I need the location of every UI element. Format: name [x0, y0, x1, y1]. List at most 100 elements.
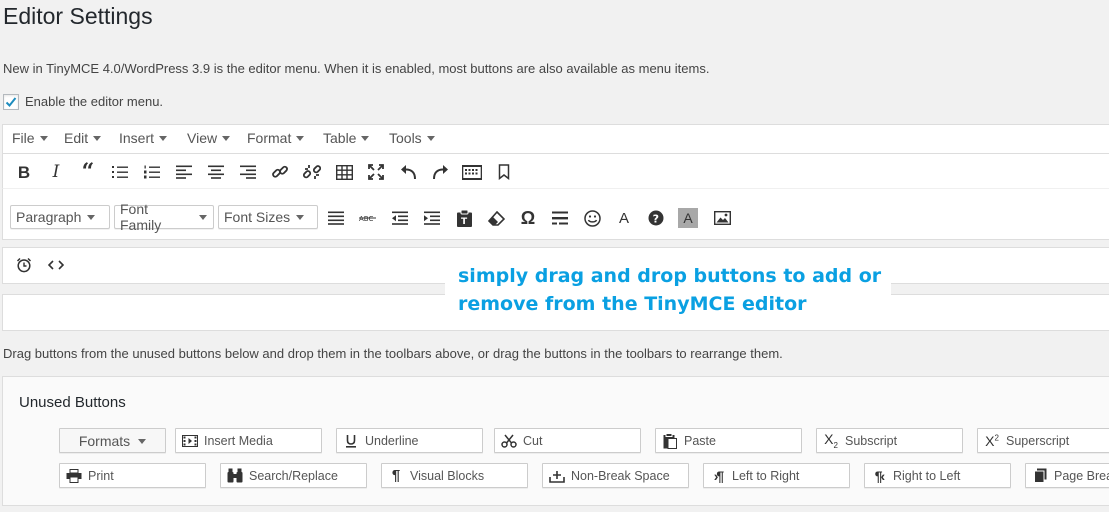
menu-table[interactable]: Table	[323, 130, 370, 146]
menu-file-label: File	[12, 130, 35, 146]
italic-icon[interactable]: I	[44, 160, 68, 184]
subscript-label: Subscript	[845, 433, 898, 448]
text-color-icon[interactable]: A	[612, 206, 636, 230]
svg-text:ABC: ABC	[359, 215, 373, 223]
non-break-space-button[interactable]: Non-Break Space	[542, 463, 689, 488]
paste-button[interactable]: Paste	[655, 428, 802, 453]
font-sizes-dropdown[interactable]: Font Sizes	[218, 205, 318, 229]
bold-icon[interactable]: B	[12, 160, 36, 184]
outdent-icon[interactable]	[388, 206, 412, 230]
enable-menu-checkbox[interactable]	[3, 94, 19, 110]
kitchen-sink-icon[interactable]	[460, 160, 484, 184]
ltr-icon: ›¶	[713, 467, 725, 484]
numbered-list-icon[interactable]	[140, 160, 164, 184]
paste-label: Paste	[684, 433, 716, 448]
clear-formatting-icon[interactable]	[484, 206, 508, 230]
film-icon	[182, 433, 198, 449]
clipboard-icon	[662, 432, 678, 449]
visual-blocks-button[interactable]: ¶ Visual Blocks	[381, 463, 528, 488]
callout-line-1: simply drag and drop buttons to add or	[458, 265, 882, 287]
fullscreen-icon[interactable]	[364, 160, 388, 184]
page-title: Editor Settings	[3, 3, 153, 29]
left-to-right-button[interactable]: ›¶ Left to Right	[703, 463, 850, 488]
menu-insert[interactable]: Insert	[119, 130, 168, 146]
search-replace-label: Search/Replace	[249, 468, 338, 483]
font-family-dropdown[interactable]: Font Family	[114, 201, 214, 233]
chevron-down-icon	[222, 136, 231, 141]
cut-button[interactable]: Cut	[494, 428, 641, 453]
chevron-down-icon	[199, 215, 207, 220]
table-icon[interactable]	[332, 160, 356, 184]
menu-file[interactable]: File	[12, 130, 48, 146]
image-icon[interactable]	[710, 206, 734, 230]
bullet-list-icon[interactable]	[108, 160, 132, 184]
menu-tools[interactable]: Tools	[389, 130, 435, 146]
formats-button-label: Formats	[78, 432, 131, 449]
strikethrough-icon[interactable]: ABC	[356, 206, 380, 230]
help-icon[interactable]: ?	[644, 206, 668, 230]
paste-text-icon[interactable]: T	[452, 206, 476, 230]
underline-label: Underline	[365, 433, 419, 448]
align-center-icon[interactable]	[204, 160, 228, 184]
menu-view[interactable]: View	[187, 130, 231, 146]
unlink-icon[interactable]	[300, 160, 324, 184]
paragraph-dropdown[interactable]: Paragraph	[10, 205, 110, 229]
emoticons-icon[interactable]	[580, 206, 604, 230]
clock-icon[interactable]	[12, 253, 36, 277]
print-label: Print	[88, 468, 114, 483]
underline-button[interactable]: Underline	[336, 428, 483, 453]
printer-icon	[66, 468, 82, 484]
scissors-icon	[501, 433, 517, 449]
superscript-button[interactable]: X2 Superscript	[977, 428, 1109, 453]
more-tag-icon[interactable]	[492, 160, 516, 184]
paragraph-dropdown-label: Paragraph	[16, 209, 82, 225]
unused-buttons-panel: Unused Buttons Formats Insert Media Unde…	[2, 376, 1109, 506]
print-button[interactable]: Print	[59, 463, 206, 488]
pilcrow-icon: ¶	[391, 467, 401, 484]
insert-media-label: Insert Media	[204, 433, 273, 448]
menu-view-label: View	[187, 130, 218, 146]
menu-edit-label: Edit	[64, 130, 89, 146]
align-left-icon[interactable]	[172, 160, 196, 184]
chevron-down-icon	[296, 215, 305, 220]
page-break-label: Page Break	[1054, 468, 1109, 483]
background-color-icon[interactable]: A	[676, 206, 700, 230]
menu-tools-label: Tools	[389, 130, 422, 146]
indent-icon[interactable]	[420, 206, 444, 230]
blockquote-icon[interactable]: “	[76, 160, 100, 184]
chevron-down-icon	[39, 136, 48, 141]
page-description: New in TinyMCE 4.0/WordPress 3.9 is the …	[3, 61, 710, 76]
chevron-down-icon	[361, 136, 370, 141]
link-icon[interactable]	[268, 160, 292, 184]
enable-menu-label[interactable]: Enable the editor menu.	[25, 94, 163, 109]
align-right-icon[interactable]	[236, 160, 260, 184]
search-replace-button[interactable]: Search/Replace	[220, 463, 367, 488]
checkmark-icon	[5, 97, 17, 107]
insert-media-button[interactable]: Insert Media	[175, 428, 322, 453]
chevron-down-icon	[138, 438, 147, 444]
superscript-label: Superscript	[1006, 433, 1070, 448]
chevron-down-icon	[87, 215, 96, 220]
menu-format[interactable]: Format	[247, 130, 305, 146]
subscript-button[interactable]: X2 Subscript	[816, 428, 963, 453]
menu-edit[interactable]: Edit	[64, 130, 102, 146]
menu-insert-label: Insert	[119, 130, 155, 146]
left-to-right-label: Left to Right	[732, 468, 800, 483]
formats-button[interactable]: Formats	[59, 428, 166, 453]
chevron-down-icon	[296, 136, 305, 141]
binoculars-icon	[227, 468, 243, 484]
redo-icon[interactable]	[428, 160, 452, 184]
page-break-button[interactable]: Page Break	[1025, 463, 1109, 488]
undo-icon[interactable]	[396, 160, 420, 184]
code-icon[interactable]	[44, 253, 68, 277]
menu-table-label: Table	[323, 130, 357, 146]
drag-drop-callout: simply drag and drop buttons to add or r…	[445, 252, 891, 322]
toolbar-row-2: Paragraph Font Family Font Sizes ABC T Ω…	[2, 188, 1109, 240]
editor-menubar: File Edit Insert View Format Table Tools	[2, 124, 1109, 154]
special-character-icon[interactable]: Ω	[516, 206, 540, 230]
superscript-icon: X2	[985, 432, 999, 449]
align-justify-icon[interactable]	[324, 206, 348, 230]
horizontal-line-icon[interactable]	[548, 206, 572, 230]
right-to-left-button[interactable]: ¶‹ Right to Left	[864, 463, 1011, 488]
visual-blocks-label: Visual Blocks	[410, 468, 485, 483]
